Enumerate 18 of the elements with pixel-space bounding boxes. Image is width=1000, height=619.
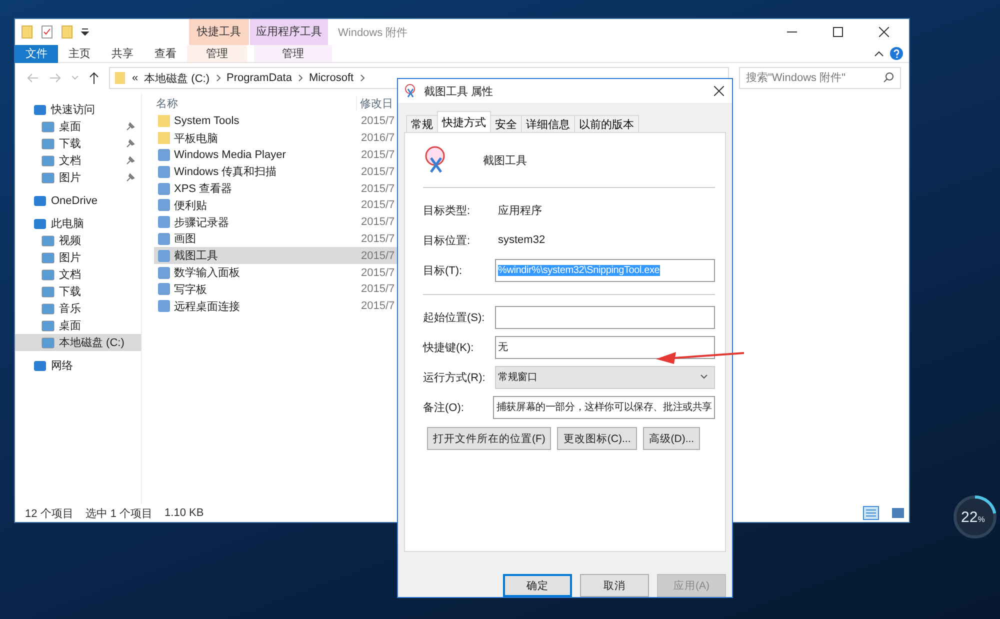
window-title: Windows 附件 [337, 26, 409, 40]
status-text: 12 个项目 [25, 506, 74, 520]
field-value: 应用程序 [497, 204, 542, 218]
contextual-tab-group: 快捷工具 [189, 19, 249, 45]
field-label: 目标类型: [423, 204, 472, 218]
dialog-title: 截图工具 属性 [424, 84, 494, 98]
status-text: 1.10 KB [164, 507, 204, 519]
field-label: 快捷键(K): [423, 340, 475, 354]
field-label: 备注(O): [423, 400, 465, 414]
gauge-value: 22% [961, 509, 985, 526]
status-text: 选中 1 个项目 [85, 506, 153, 520]
field-label: 起始位置(S): [423, 310, 486, 324]
field-label: 目标位置: [423, 234, 472, 248]
field-label: 运行方式(R): [423, 370, 486, 384]
field-label: 目标(T): [423, 264, 464, 278]
field-value: system32 [497, 234, 546, 246]
shortcut-name: 截图工具 [483, 154, 527, 168]
contextual-tab-group: 应用程序工具 [250, 19, 328, 45]
